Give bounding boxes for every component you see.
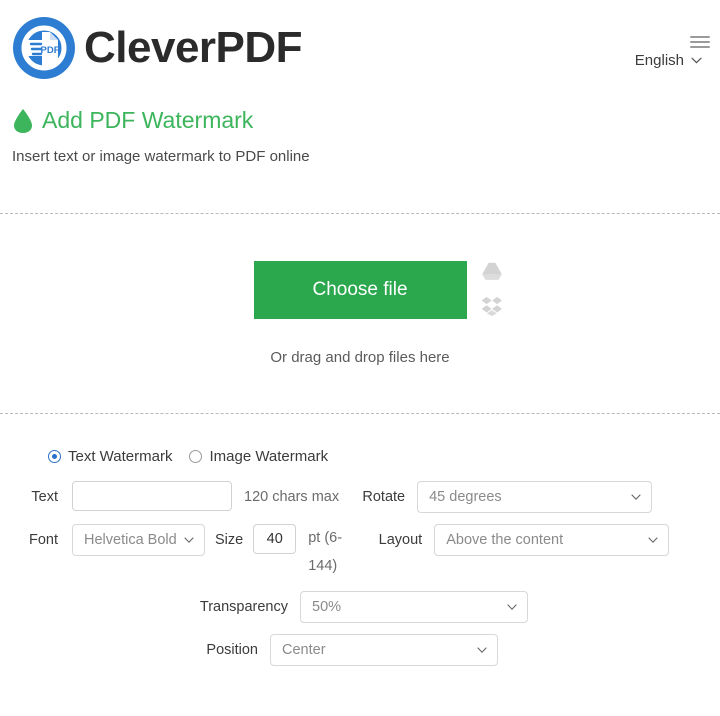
text-label: Text: [31, 489, 58, 505]
language-selector[interactable]: English: [635, 52, 702, 69]
radio-label-image: Image Watermark: [209, 448, 329, 465]
chevron-down-icon: [648, 537, 658, 543]
chevron-down-icon: [507, 604, 517, 610]
google-drive-icon[interactable]: [481, 262, 503, 282]
radio-text-watermark[interactable]: Text Watermark: [48, 448, 172, 465]
upload-zone[interactable]: Choose file Or drag and drop files here: [0, 213, 720, 413]
position-value: Center: [282, 642, 326, 658]
hamburger-bar: [690, 41, 710, 43]
watermark-text-input[interactable]: [72, 481, 232, 511]
font-select[interactable]: Helvetica Bold: [72, 524, 205, 556]
form-row-transparency: Transparency 50%: [0, 591, 720, 623]
position-select[interactable]: Center: [270, 634, 498, 666]
page-subtitle: Insert text or image watermark to PDF on…: [12, 148, 310, 165]
font-value: Helvetica Bold: [84, 532, 177, 548]
transparency-label: Transparency: [199, 599, 288, 615]
page-title: Add PDF Watermark: [42, 107, 254, 134]
page-title-row: Add PDF Watermark: [12, 108, 708, 134]
radio-image-watermark[interactable]: Image Watermark: [189, 448, 328, 465]
watermark-type-radio-group: Text Watermark Image Watermark: [0, 413, 720, 465]
text-chars-hint: 120 chars max: [244, 489, 340, 505]
transparency-value: 50%: [312, 599, 342, 615]
choose-file-row: Choose file: [253, 260, 502, 319]
layout-label: Layout: [378, 532, 423, 548]
dropbox-icon[interactable]: [481, 296, 503, 316]
cleverpdf-logo-icon: PDF: [13, 17, 75, 79]
size-unit-hint: pt (6- 144): [296, 524, 356, 580]
page-root: PDF CleverPDF English Add PDF Watermark …: [0, 0, 720, 716]
font-size-input[interactable]: [253, 524, 297, 554]
language-label: English: [634, 52, 684, 69]
font-label: Font: [28, 532, 58, 548]
drag-drop-hint: Or drag and drop files here: [270, 348, 450, 366]
form-row-text-rotate: Text 120 chars max Rotate 45 degrees: [0, 481, 720, 513]
rotate-select[interactable]: 45 degrees: [417, 481, 653, 513]
site-header: PDF CleverPDF English: [0, 0, 720, 100]
rotate-value: 45 degrees: [429, 489, 502, 505]
position-label: Position: [206, 642, 258, 658]
page-title-block: Add PDF Watermark Insert text or image w…: [0, 100, 720, 165]
radio-indicator-text[interactable]: [48, 450, 61, 463]
watermark-form: Text 120 chars max Rotate 45 degrees Fon…: [0, 481, 720, 666]
cloud-import-buttons: [475, 261, 509, 319]
form-row-font-size-layout: Font Helvetica Bold Size pt (6- 144) Lay…: [0, 524, 720, 580]
chevron-down-icon: [477, 647, 487, 653]
size-unit-hint-line2: 144): [308, 558, 338, 574]
layout-select[interactable]: Above the content: [434, 524, 670, 556]
radio-indicator-image[interactable]: [189, 450, 203, 463]
svg-text:PDF: PDF: [41, 45, 60, 56]
hamburger-menu-icon[interactable]: [690, 34, 710, 50]
size-unit-hint-line1: pt (6-: [308, 530, 343, 546]
size-label: Size: [215, 532, 244, 548]
hamburger-bar: [690, 46, 710, 48]
chevron-down-icon: [631, 494, 641, 500]
chevron-down-icon: [184, 537, 194, 543]
hamburger-bar: [690, 36, 710, 38]
brand-logo[interactable]: PDF CleverPDF: [12, 16, 303, 80]
rotate-label: Rotate: [362, 489, 406, 505]
watermark-options: Text Watermark Image Watermark Text 120 …: [0, 413, 720, 677]
brand-name: CleverPDF: [84, 23, 303, 72]
radio-label-text: Text Watermark: [68, 448, 173, 465]
water-drop-icon: [14, 109, 32, 133]
chevron-down-icon: [691, 57, 702, 64]
transparency-select[interactable]: 50%: [300, 591, 528, 623]
layout-value: Above the content: [446, 532, 564, 548]
choose-file-button[interactable]: Choose file: [253, 260, 467, 319]
form-row-position: Position Center: [0, 634, 720, 666]
